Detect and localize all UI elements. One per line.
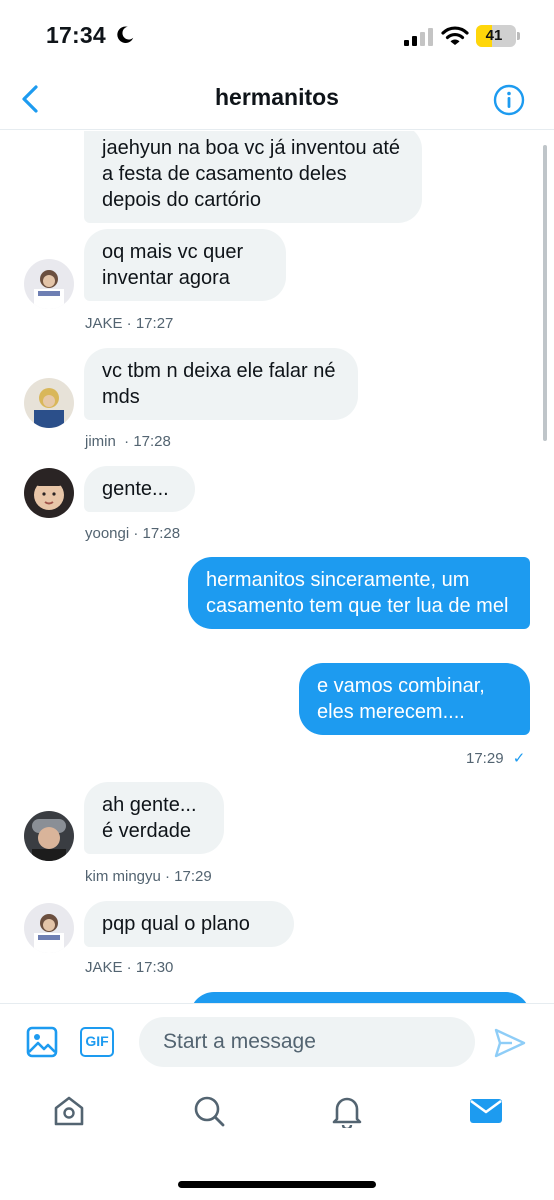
- battery-icon: 41: [476, 25, 516, 47]
- message-bubble[interactable]: hermanitos sinceramente, um casamento te…: [188, 557, 530, 629]
- message-composer: GIF: [0, 1003, 554, 1079]
- conversation-title[interactable]: hermanitos: [0, 84, 554, 111]
- message-bubble[interactable]: oq mais vc quer inventar agora: [84, 229, 286, 301]
- message-bubble[interactable]: pqp qual o plano: [84, 901, 294, 947]
- avatar[interactable]: [24, 378, 74, 428]
- avatar[interactable]: [24, 811, 74, 861]
- messages-icon[interactable]: [469, 1094, 503, 1128]
- message-meta: JAKE · 17:30: [85, 959, 174, 976]
- send-icon[interactable]: [494, 1028, 526, 1058]
- message-bubble[interactable]: e vamos combinar, eles merecem....: [299, 663, 530, 735]
- conversation-header: hermanitos: [0, 70, 554, 130]
- info-icon[interactable]: [493, 84, 525, 116]
- message-list[interactable]: jaehyun na boa vc já inventou até a fest…: [0, 131, 554, 1003]
- battery-percent: 41: [485, 27, 503, 44]
- message-bubble[interactable]: gente...: [84, 466, 195, 512]
- message-meta: kim mingyu · 17:29: [85, 868, 212, 885]
- notifications-icon[interactable]: [330, 1094, 364, 1128]
- message-meta: 17:29 ✓: [466, 749, 525, 767]
- message-input[interactable]: [139, 1017, 475, 1067]
- message-text: jaehyun na boa vc já inventou até a fest…: [102, 137, 400, 211]
- message-meta: jimin · 17:28: [85, 433, 171, 450]
- search-icon[interactable]: [192, 1094, 226, 1128]
- message-text: vc tbm n deixa ele falar né mds: [102, 360, 336, 408]
- message-bubble[interactable]: vc tbm n deixa ele falar né mds: [84, 348, 358, 420]
- avatar[interactable]: [24, 259, 74, 309]
- message-meta: JAKE · 17:27: [85, 315, 174, 332]
- read-check-icon: ✓: [512, 750, 526, 767]
- bottom-tab-bar: [0, 1079, 554, 1200]
- status-bar: 17:34 41: [0, 0, 554, 70]
- scrollbar[interactable]: [543, 145, 547, 441]
- message-text: e vamos combinar, eles merecem....: [317, 675, 485, 723]
- message-time: 17:29: [466, 750, 504, 767]
- message-text: pqp qual o plano: [102, 913, 250, 935]
- message-bubble[interactable]: jaehyun na boa vc já inventou até a fest…: [84, 131, 422, 223]
- message-bubble-partial[interactable]: [190, 992, 530, 1003]
- avatar[interactable]: [24, 903, 74, 953]
- message-bubble[interactable]: ah gente... é verdade: [84, 782, 224, 854]
- status-time: 17:34: [46, 22, 106, 48]
- message-text: oq mais vc quer inventar agora: [102, 241, 244, 289]
- message-text: hermanitos sinceramente, um casamento te…: [206, 569, 509, 617]
- moon-icon: [117, 26, 134, 43]
- signal-icon: [404, 28, 433, 46]
- gif-icon[interactable]: GIF: [80, 1027, 114, 1057]
- message-text: ah gente... é verdade: [102, 794, 197, 842]
- media-icon[interactable]: [26, 1026, 58, 1058]
- avatar[interactable]: [24, 468, 74, 518]
- wifi-icon: [441, 26, 469, 45]
- home-indicator: [178, 1181, 376, 1188]
- message-text: gente...: [102, 478, 169, 500]
- battery-nub: [517, 32, 520, 40]
- message-meta: yoongi · 17:28: [85, 525, 181, 542]
- home-icon[interactable]: [52, 1094, 86, 1128]
